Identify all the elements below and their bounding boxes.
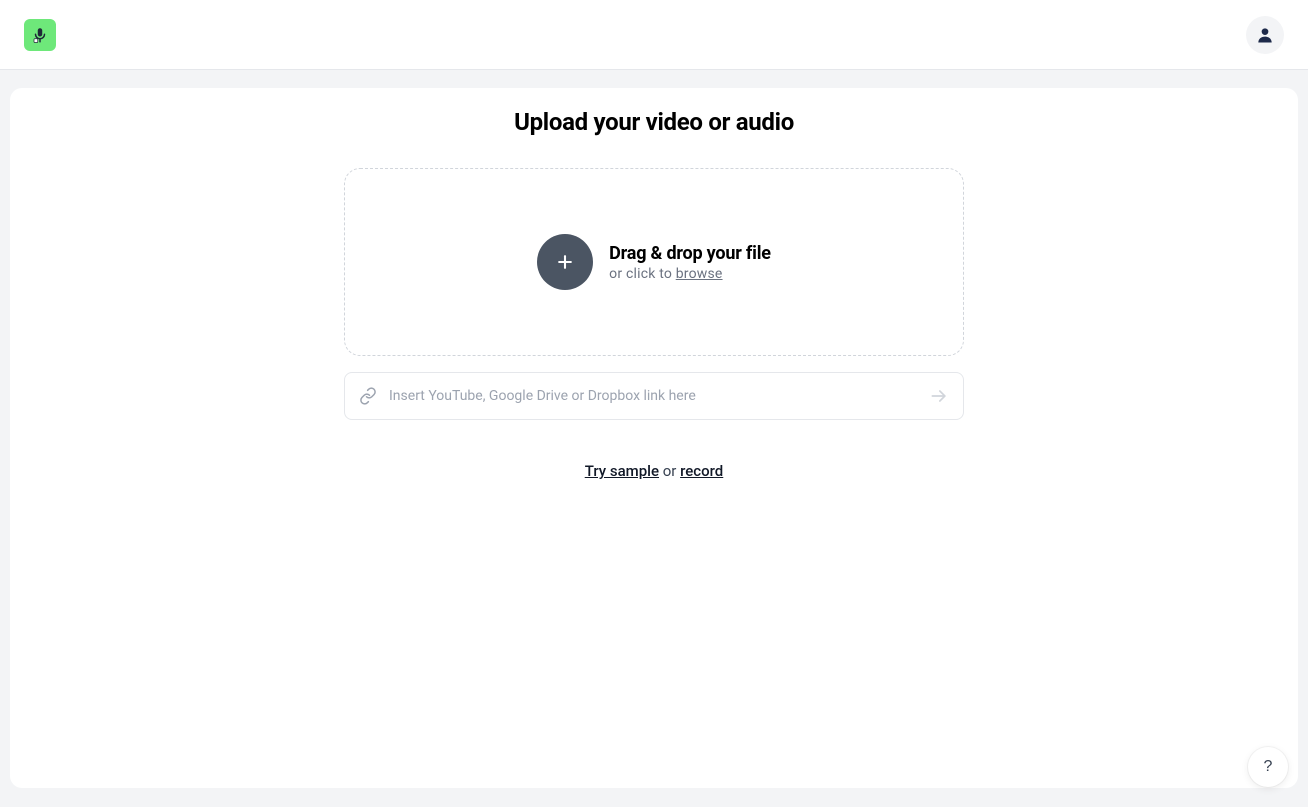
dropzone-subtext-prefix: or click to xyxy=(609,266,676,282)
user-menu-button[interactable] xyxy=(1246,16,1284,54)
try-sample-link[interactable]: Try sample xyxy=(585,462,659,480)
page-title: Upload your video or audio xyxy=(30,108,1278,136)
dropzone-text: Drag & drop your file or click to browse xyxy=(609,243,771,282)
link-input-wrapper xyxy=(344,372,964,420)
main-card: Upload your video or audio Drag & drop y… xyxy=(10,88,1298,788)
link-icon xyxy=(359,387,377,405)
helper-row: Try sample or record xyxy=(344,462,964,480)
user-icon xyxy=(1255,25,1275,45)
add-file-button[interactable] xyxy=(537,234,593,290)
plus-icon xyxy=(555,252,575,272)
file-dropzone[interactable]: Drag & drop your file or click to browse xyxy=(344,168,964,356)
microphone-icon xyxy=(31,26,49,44)
upload-area: Drag & drop your file or click to browse xyxy=(344,168,964,480)
dropzone-subtitle: or click to browse xyxy=(609,266,771,282)
submit-link-button[interactable] xyxy=(929,386,949,406)
app-logo[interactable] xyxy=(24,19,56,51)
url-input[interactable] xyxy=(389,388,917,404)
main-container: Upload your video or audio Drag & drop y… xyxy=(0,70,1308,798)
help-button[interactable]: ? xyxy=(1248,747,1288,787)
record-link[interactable]: record xyxy=(680,462,723,480)
dropzone-heading: Drag & drop your file xyxy=(609,243,771,264)
browse-link[interactable]: browse xyxy=(676,266,723,282)
helper-or: or xyxy=(659,462,680,480)
arrow-right-icon xyxy=(929,386,949,406)
app-header xyxy=(0,0,1308,70)
